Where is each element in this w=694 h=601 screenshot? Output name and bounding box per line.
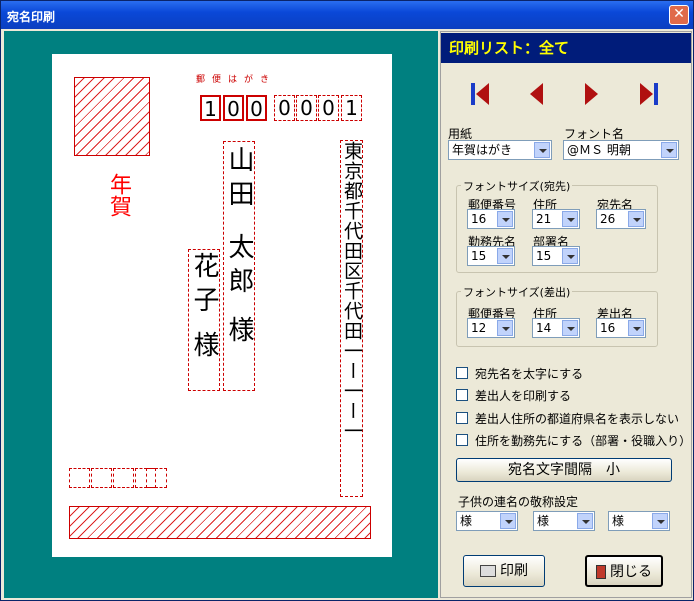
sender-name-size-select[interactable]: 16: [596, 318, 646, 338]
address-box: 東京都千代田区千代田一ー一ー一: [340, 140, 363, 497]
second-given: 花子: [189, 252, 219, 320]
chevron-down-icon[interactable]: [562, 211, 578, 227]
prev-record-icon[interactable]: [525, 81, 547, 107]
first-record-icon[interactable]: [469, 81, 491, 107]
child-honorific-2: 様: [537, 514, 550, 528]
office-address-checkbox[interactable]: 住所を勤務先にする（部署・役職入り）: [456, 432, 691, 448]
chevron-down-icon[interactable]: [497, 320, 513, 336]
second-name-box: 花子 様: [188, 249, 220, 391]
zip-digit: 0: [223, 95, 244, 121]
print-sender-checkbox[interactable]: 差出人を印刷する: [456, 387, 686, 403]
child-honorific-select-3[interactable]: 様: [608, 511, 670, 531]
checkbox-box[interactable]: [456, 412, 468, 424]
sender-addr-size: 14: [536, 321, 552, 335]
address-text: 東京都千代田区千代田一ー一ー一: [341, 141, 363, 441]
dept-size-select[interactable]: 15: [532, 246, 580, 266]
recipient-zip-size-select[interactable]: 16: [467, 209, 515, 229]
recipient-group-title: フォントサイズ(宛先): [461, 178, 573, 194]
window-title: 宛名印刷: [7, 10, 56, 24]
title-bar[interactable]: 宛名印刷 ✕: [1, 1, 693, 29]
checkbox-label: 宛先名を太字にする: [475, 367, 584, 381]
zip-digit: 0: [274, 95, 295, 121]
close-button[interactable]: 閉じる: [585, 555, 663, 587]
checkbox-box[interactable]: [456, 434, 468, 446]
child-honorific-select-2[interactable]: 様: [533, 511, 595, 531]
sender-zip-size: 12: [471, 321, 487, 335]
sender-zip-box: [91, 468, 112, 488]
nenga-label: 年賀: [101, 173, 131, 228]
zip-digit: 0: [318, 95, 339, 121]
recipient-zip-size: 16: [471, 212, 487, 226]
next-record-icon[interactable]: [581, 81, 603, 107]
recipient-name-box: 山田 太郎 様: [223, 141, 255, 391]
sender-name-size: 16: [600, 321, 616, 335]
sender-zip-box: [146, 468, 167, 488]
zip-digit: 1: [341, 95, 362, 121]
chevron-down-icon[interactable]: [577, 513, 593, 529]
nenga-text: 年賀: [106, 173, 131, 217]
second-honorific: 様: [189, 331, 219, 357]
recipient-honorific: 様: [224, 316, 254, 342]
print-button[interactable]: 印刷: [463, 555, 545, 587]
checkbox-box[interactable]: [456, 389, 468, 401]
name-spacing-button[interactable]: 宛名文字間隔 小: [456, 458, 672, 482]
checkbox-box[interactable]: [456, 367, 468, 379]
chevron-down-icon[interactable]: [497, 248, 513, 264]
checkbox-label: 差出人を印刷する: [475, 389, 572, 403]
close-button-label: 閉じる: [610, 564, 652, 580]
chevron-down-icon[interactable]: [661, 142, 677, 158]
chevron-down-icon[interactable]: [562, 248, 578, 264]
sender-zip-box: [113, 468, 134, 488]
chevron-down-icon[interactable]: [500, 513, 516, 529]
recipient-name-size-select[interactable]: 26: [596, 209, 646, 229]
recipient-addr-size-select[interactable]: 21: [532, 209, 580, 229]
sender-zip-size-select[interactable]: 12: [467, 318, 515, 338]
font-value: @ＭＳ 明朝: [567, 143, 631, 157]
sender-address-area: [69, 506, 371, 539]
dept-size: 15: [536, 249, 552, 263]
child-honorific-select-1[interactable]: 様: [456, 511, 518, 531]
paper-select[interactable]: 年賀はがき: [448, 140, 552, 160]
hide-prefecture-checkbox[interactable]: 差出人住所の都道府県名を表示しない: [456, 410, 686, 426]
chevron-down-icon[interactable]: [497, 211, 513, 227]
children-honorific-label: 子供の連名の敬称設定: [458, 495, 579, 509]
office-size-select[interactable]: 15: [467, 246, 515, 266]
child-honorific-1: 様: [460, 514, 473, 528]
font-select[interactable]: @ＭＳ 明朝: [563, 140, 679, 160]
paper-value: 年賀はがき: [452, 143, 513, 157]
sender-addr-size-select[interactable]: 14: [532, 318, 580, 338]
sender-zip-box: [69, 468, 90, 488]
zip-digit: 1: [200, 95, 221, 121]
zip-digit: 0: [246, 95, 267, 121]
stamp-area: [74, 77, 150, 156]
chevron-down-icon[interactable]: [628, 211, 644, 227]
door-icon: [596, 565, 606, 579]
sender-group-title: フォントサイズ(差出): [461, 284, 573, 300]
printer-icon: [480, 565, 496, 577]
recipient-name-size: 26: [600, 212, 616, 226]
chevron-down-icon[interactable]: [534, 142, 550, 158]
zip-digit: 0: [296, 95, 317, 121]
checkbox-label: 差出人住所の都道府県名を表示しない: [475, 412, 680, 426]
recipient-addr-size: 21: [536, 212, 552, 226]
postal-card-label: 郵便はがき: [196, 75, 277, 85]
child-honorific-3: 様: [612, 514, 625, 528]
print-list-title: 印刷リスト：全て: [441, 33, 691, 63]
recipient-given: 太郎: [224, 233, 254, 301]
print-button-label: 印刷: [500, 563, 528, 579]
app-window: 宛名印刷 ✕ 年賀 郵便はがき 1 0 0 0 0 0 1 東京都千代田区千代田…: [0, 0, 694, 601]
chevron-down-icon[interactable]: [628, 320, 644, 336]
close-icon[interactable]: ✕: [669, 5, 689, 25]
recipient-surname: 山田: [224, 146, 254, 214]
checkbox-label: 住所を勤務先にする（部署・役職入り）: [475, 434, 692, 448]
chevron-down-icon[interactable]: [562, 320, 578, 336]
chevron-down-icon[interactable]: [652, 513, 668, 529]
bold-recipient-checkbox[interactable]: 宛先名を太字にする: [456, 365, 686, 381]
office-size: 15: [471, 249, 487, 263]
last-record-icon[interactable]: [638, 81, 660, 107]
